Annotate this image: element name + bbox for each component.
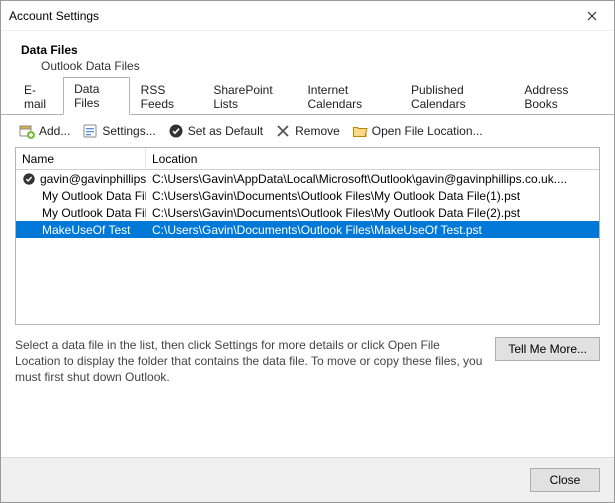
row-location: C:\Users\Gavin\AppData\Local\Microsoft\O… (146, 172, 599, 186)
column-location[interactable]: Location (146, 148, 599, 169)
close-icon (587, 11, 597, 21)
row-location: C:\Users\Gavin\Documents\Outlook Files\M… (146, 206, 599, 220)
header-title: Data Files (21, 43, 594, 57)
row-location: C:\Users\Gavin\Documents\Outlook Files\M… (146, 189, 599, 203)
tab-internet-calendars[interactable]: Internet Calendars (296, 78, 400, 115)
row-name: My Outlook Data Fil... (42, 189, 146, 203)
remove-button[interactable]: Remove (271, 121, 344, 141)
set-default-button[interactable]: Set as Default (164, 121, 267, 141)
account-settings-window: Account Settings Data Files Outlook Data… (0, 0, 615, 503)
row-location: C:\Users\Gavin\Documents\Outlook Files\M… (146, 223, 599, 237)
set-default-label: Set as Default (188, 124, 263, 138)
window-close-button[interactable] (570, 1, 614, 31)
footer: Close (1, 457, 614, 502)
tab-published-calendars[interactable]: Published Calendars (400, 78, 513, 115)
tab-address-books[interactable]: Address Books (513, 78, 602, 115)
settings-button[interactable]: Settings... (78, 121, 159, 141)
table-row[interactable]: MakeUseOf Test C:\Users\Gavin\Documents\… (16, 221, 599, 238)
window-title: Account Settings (9, 9, 99, 23)
add-icon (19, 123, 35, 139)
tab-sharepoint-lists[interactable]: SharePoint Lists (202, 78, 296, 115)
table-row[interactable]: My Outlook Data Fil... C:\Users\Gavin\Do… (16, 187, 599, 204)
open-location-button[interactable]: Open File Location... (348, 121, 487, 141)
header-subtitle: Outlook Data Files (21, 59, 594, 73)
default-check-icon (22, 172, 36, 186)
tell-me-more-button[interactable]: Tell Me More... (495, 337, 600, 361)
close-button[interactable]: Close (530, 468, 600, 492)
settings-label: Settings... (102, 124, 155, 138)
table-row[interactable]: My Outlook Data Fil... C:\Users\Gavin\Do… (16, 204, 599, 221)
add-button[interactable]: Add... (15, 121, 74, 141)
open-location-label: Open File Location... (372, 124, 483, 138)
settings-icon (82, 123, 98, 139)
row-name: gavin@gavinphillips.c (40, 172, 146, 186)
titlebar: Account Settings (1, 1, 614, 31)
checkmark-icon (168, 123, 184, 139)
add-label: Add... (39, 124, 70, 138)
row-name: MakeUseOf Test (42, 223, 130, 237)
tab-email[interactable]: E-mail (13, 78, 63, 115)
data-file-list[interactable]: Name Location gavin@gavinphillips.c C:\U… (15, 147, 600, 325)
tab-data-files[interactable]: Data Files (63, 77, 130, 115)
column-name[interactable]: Name (16, 148, 146, 169)
list-header: Name Location (16, 148, 599, 170)
hint-area: Select a data file in the list, then cli… (1, 325, 614, 394)
tab-strip: E-mail Data Files RSS Feeds SharePoint L… (1, 91, 614, 115)
toolbar: Add... Settings... Set as Default Remove… (1, 115, 614, 147)
table-row[interactable]: gavin@gavinphillips.c C:\Users\Gavin\App… (16, 170, 599, 187)
row-name: My Outlook Data Fil... (42, 206, 146, 220)
hint-text: Select a data file in the list, then cli… (15, 337, 485, 386)
tab-rss-feeds[interactable]: RSS Feeds (130, 78, 203, 115)
remove-icon (275, 123, 291, 139)
remove-label: Remove (295, 124, 340, 138)
folder-icon (352, 123, 368, 139)
